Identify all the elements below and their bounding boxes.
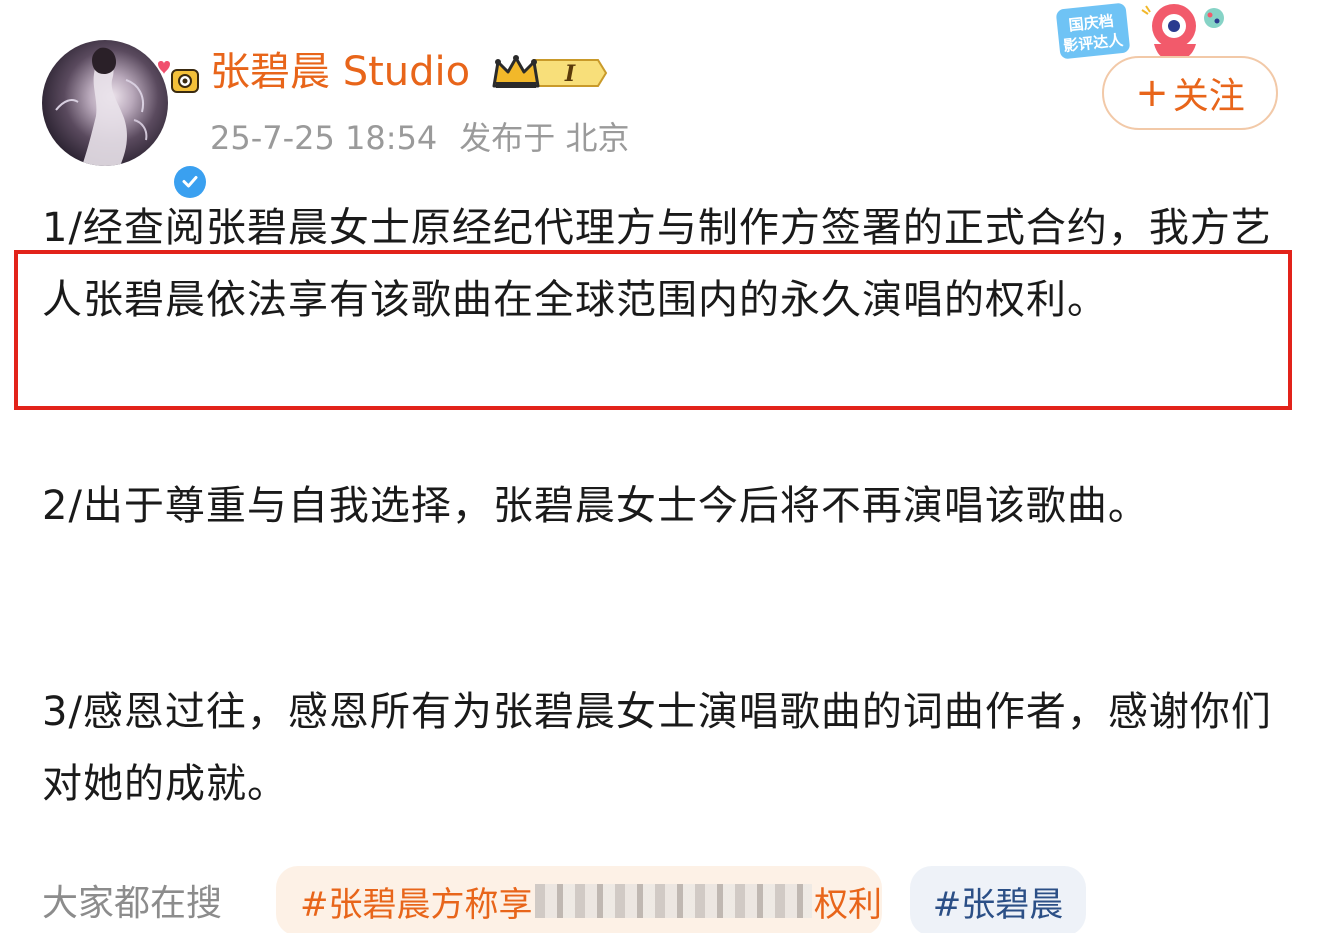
redacted-text: [534, 884, 812, 918]
crown-icon[interactable]: I: [490, 52, 610, 94]
trending-tag-1-end: 权利: [814, 884, 882, 925]
level-text: I: [564, 61, 576, 87]
avatar-image: [42, 40, 168, 166]
timestamp: 25-7-25 18:54: [210, 119, 438, 157]
camera-sticker-icon: [152, 58, 202, 98]
trending-search-label: 大家都在搜: [42, 883, 223, 924]
trending-tag-1[interactable]: #张碧晨方称享 权利: [276, 866, 882, 933]
follow-label: 关注: [1172, 76, 1245, 117]
post-paragraph-2: 2/出于尊重与自我选择，张碧晨女士今后将不再演唱该歌曲。: [42, 483, 1149, 529]
festival-mascot-icon[interactable]: 国庆档 影评达人: [1046, 0, 1236, 64]
follow-button[interactable]: + 关注: [1102, 56, 1278, 130]
post-paragraph-3: 3/感恩过往，感恩所有为张碧晨女士演唱歌曲的词曲作者，感谢你们对她的成就。: [42, 689, 1272, 807]
post-meta: 25-7-25 18:54 发布于 北京: [210, 116, 629, 160]
plus-icon: +: [1135, 70, 1169, 116]
author-name[interactable]: 张碧晨 Studio: [210, 44, 470, 100]
trending-tag-2[interactable]: #张碧晨: [910, 866, 1086, 933]
post-location: 发布于 北京: [459, 119, 630, 157]
avatar[interactable]: [42, 40, 210, 202]
trending-tag-1-start: #张碧晨方称享: [300, 884, 533, 925]
highlight-annotation-box: [14, 250, 1292, 410]
